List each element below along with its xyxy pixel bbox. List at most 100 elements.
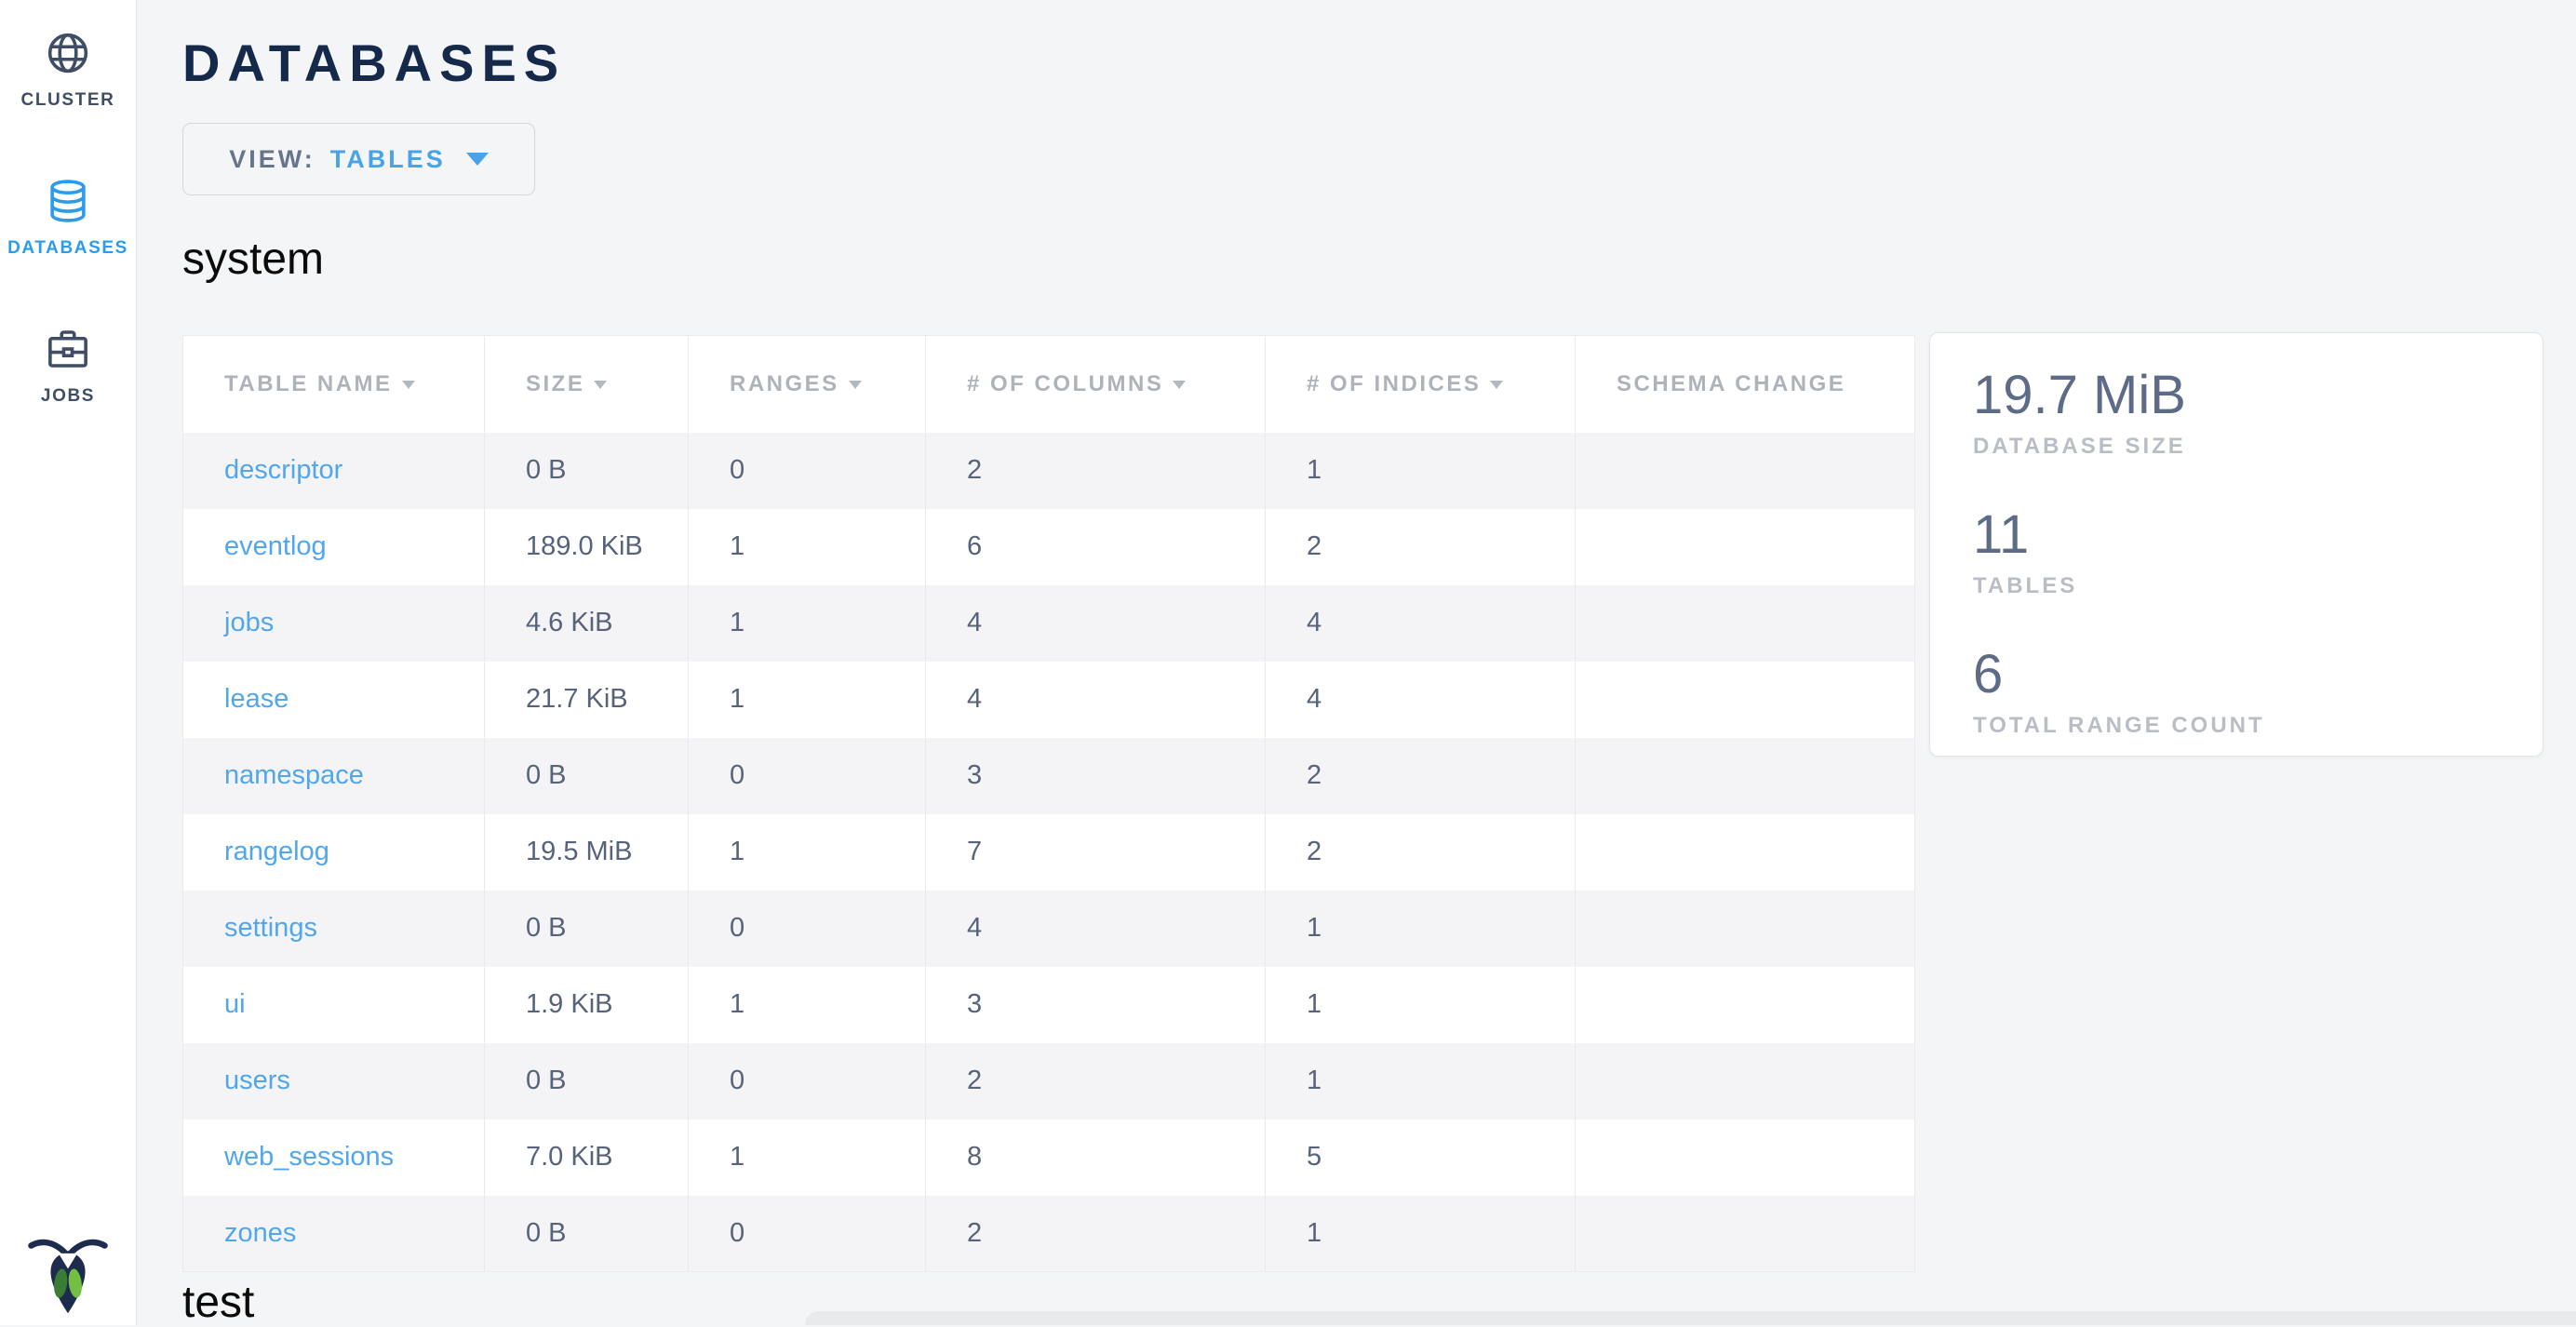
ranges-cell: 0 (689, 891, 926, 967)
table-name-link[interactable]: web_sessions (183, 1119, 485, 1196)
bottom-scroll-shadow (805, 1311, 2576, 1325)
columns-cell: 2 (926, 433, 1266, 509)
stat-value: 6 (1973, 644, 2500, 705)
sort-caret-icon (594, 381, 607, 389)
schema-change-cell (1576, 662, 1915, 738)
column-header-schema-change: SCHEMA CHANGE (1576, 336, 1915, 433)
sort-caret-icon (402, 381, 415, 389)
sort-caret-icon (849, 381, 862, 389)
table-row: ui 1.9 KiB 1 3 1 (183, 967, 1915, 1043)
sidebar-item-databases[interactable]: DATABASES (0, 176, 136, 259)
indices-cell: 1 (1266, 1043, 1576, 1119)
indices-cell: 1 (1266, 967, 1576, 1043)
table-row: settings 0 B 0 4 1 (183, 891, 1915, 967)
indices-cell: 2 (1266, 738, 1576, 814)
stat-tables: 11 TABLES (1973, 504, 2500, 599)
ranges-cell: 0 (689, 433, 926, 509)
columns-cell: 4 (926, 585, 1266, 662)
table-name-link[interactable]: users (183, 1043, 485, 1119)
stat-value: 19.7 MiB (1973, 365, 2500, 426)
size-cell: 0 B (485, 738, 689, 814)
column-header-columns[interactable]: # OF COLUMNS (926, 336, 1266, 433)
size-cell: 0 B (485, 891, 689, 967)
columns-cell: 4 (926, 662, 1266, 738)
stat-database-size: 19.7 MiB DATABASE SIZE (1973, 365, 2500, 460)
table-name-link[interactable]: descriptor (183, 433, 485, 509)
database-icon (43, 176, 93, 226)
ranges-cell: 0 (689, 738, 926, 814)
size-cell: 0 B (485, 433, 689, 509)
ranges-cell: 1 (689, 1119, 926, 1196)
table-name-link[interactable]: lease (183, 662, 485, 738)
table-name-link[interactable]: zones (183, 1196, 485, 1272)
view-dropdown[interactable]: VIEW: TABLES (182, 123, 535, 195)
ranges-cell: 0 (689, 1043, 926, 1119)
table-header-row: TABLE NAME SIZE RANGES # OF COLUMNS # OF… (183, 336, 1915, 433)
size-cell: 19.5 MiB (485, 814, 689, 891)
column-header-table-name[interactable]: TABLE NAME (183, 336, 485, 433)
indices-cell: 5 (1266, 1119, 1576, 1196)
table-row: web_sessions 7.0 KiB 1 8 5 (183, 1119, 1915, 1196)
size-cell: 21.7 KiB (485, 662, 689, 738)
table-name-link[interactable]: ui (183, 967, 485, 1043)
table-name-link[interactable]: settings (183, 891, 485, 967)
schema-change-cell (1576, 585, 1915, 662)
table-name-link[interactable]: rangelog (183, 814, 485, 891)
sort-caret-icon (1173, 381, 1186, 389)
size-cell: 0 B (485, 1196, 689, 1272)
cockroachdb-logo (25, 1230, 111, 1316)
schema-change-cell (1576, 967, 1915, 1043)
sort-caret-icon (1490, 381, 1503, 389)
indices-cell: 1 (1266, 891, 1576, 967)
indices-cell: 2 (1266, 509, 1576, 585)
table-name-link[interactable]: eventlog (183, 509, 485, 585)
chevron-down-icon (466, 153, 489, 166)
sidebar-item-cluster[interactable]: CLUSTER (0, 28, 136, 111)
stat-value: 11 (1973, 504, 2500, 566)
sidebar-item-jobs[interactable]: JOBS (0, 324, 136, 407)
globe-icon (43, 28, 93, 78)
indices-cell: 1 (1266, 433, 1576, 509)
column-header-ranges[interactable]: RANGES (689, 336, 926, 433)
indices-cell: 1 (1266, 1196, 1576, 1272)
table-row: descriptor 0 B 0 2 1 (183, 433, 1915, 509)
size-cell: 7.0 KiB (485, 1119, 689, 1196)
sidebar-item-label: JOBS (41, 386, 95, 407)
column-header-indices[interactable]: # OF INDICES (1266, 336, 1576, 433)
ranges-cell: 1 (689, 662, 926, 738)
columns-cell: 3 (926, 967, 1266, 1043)
sidebar: CLUSTER DATABASES JOBS (0, 0, 137, 1325)
stat-label: TOTAL RANGE COUNT (1973, 713, 2500, 739)
schema-change-cell (1576, 1196, 1915, 1272)
size-cell: 0 B (485, 1043, 689, 1119)
schema-change-cell (1576, 891, 1915, 967)
columns-cell: 2 (926, 1043, 1266, 1119)
indices-cell: 4 (1266, 585, 1576, 662)
schema-change-cell (1576, 509, 1915, 585)
size-cell: 189.0 KiB (485, 509, 689, 585)
size-cell: 4.6 KiB (485, 585, 689, 662)
table-row: eventlog 189.0 KiB 1 6 2 (183, 509, 1915, 585)
table-row: jobs 4.6 KiB 1 4 4 (183, 585, 1915, 662)
schema-change-cell (1576, 1119, 1915, 1196)
table-row: rangelog 19.5 MiB 1 7 2 (183, 814, 1915, 891)
column-header-size[interactable]: SIZE (485, 336, 689, 433)
ranges-cell: 1 (689, 967, 926, 1043)
view-dropdown-label: VIEW: (229, 145, 315, 174)
schema-change-cell (1576, 1043, 1915, 1119)
section-heading-system: system (182, 235, 2576, 285)
columns-cell: 8 (926, 1119, 1266, 1196)
stat-label: TABLES (1973, 573, 2500, 599)
page-title: DATABASES (182, 37, 2576, 89)
system-table-body: descriptor 0 B 0 2 1 eventlog 189.0 KiB … (183, 433, 1915, 1272)
columns-cell: 3 (926, 738, 1266, 814)
table-row: lease 21.7 KiB 1 4 4 (183, 662, 1915, 738)
schema-change-cell (1576, 814, 1915, 891)
view-dropdown-value: TABLES (330, 145, 446, 174)
sidebar-item-label: DATABASES (7, 238, 128, 259)
table-name-link[interactable]: jobs (183, 585, 485, 662)
schema-change-cell (1576, 738, 1915, 814)
columns-cell: 4 (926, 891, 1266, 967)
system-section: TABLE NAME SIZE RANGES # OF COLUMNS # OF… (182, 335, 2576, 1272)
table-name-link[interactable]: namespace (183, 738, 485, 814)
